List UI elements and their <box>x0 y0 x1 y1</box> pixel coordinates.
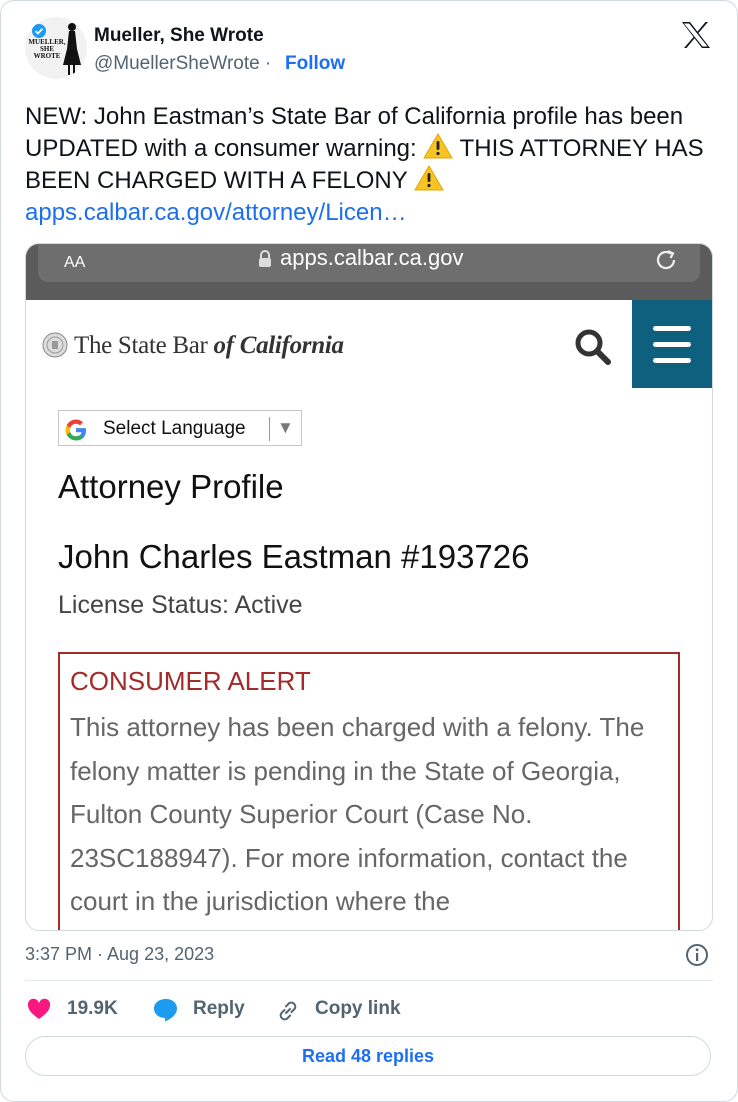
url-text: apps.calbar.ca.gov <box>280 245 464 270</box>
logo-italic-text: of California <box>213 332 344 359</box>
page-title: Attorney Profile <box>58 468 284 505</box>
handle-separator: · <box>265 53 272 74</box>
heart-icon <box>27 998 51 1019</box>
read-replies-button[interactable]: Read 48 replies <box>25 1036 711 1076</box>
warning-emoji-icon <box>414 165 444 191</box>
divider <box>25 980 713 981</box>
tweet-link[interactable]: apps.calbar.ca.gov/attorney/Licen… <box>25 199 407 226</box>
author-name[interactable]: Mueller, She Wrote <box>94 25 264 47</box>
state-bar-logo[interactable]: The State Bar of California <box>74 332 344 360</box>
consumer-alert-box: CONSUMER ALERT This attorney has been ch… <box>58 652 680 930</box>
search-icon[interactable] <box>572 326 612 366</box>
attorney-name: John Charles Eastman #193726 <box>58 538 530 575</box>
language-select[interactable]: Select Language ▼ <box>58 410 302 446</box>
follow-button[interactable]: Follow <box>285 53 345 75</box>
alert-body: This attorney has been charged with a fe… <box>70 712 645 916</box>
silhouette-figure-icon <box>63 23 81 75</box>
avatar[interactable]: MUELLER, SHE WROTE <box>25 17 87 79</box>
lock-icon <box>259 250 271 267</box>
hamburger-menu-button[interactable] <box>632 300 712 388</box>
state-bar-seal-icon <box>42 332 68 358</box>
google-logo-icon <box>65 419 86 441</box>
language-select-divider <box>269 417 270 441</box>
menu-line <box>653 342 691 347</box>
text-size-button[interactable]: AA <box>64 247 85 273</box>
menu-line <box>653 358 691 363</box>
tweet-card: MUELLER, SHE WROTE Mueller, She Wrote @M… <box>0 0 738 1102</box>
text-size-label: AA <box>64 254 86 271</box>
reply-label: Reply <box>193 998 245 1019</box>
verified-badge-icon <box>32 24 46 38</box>
handle-text[interactable]: @MuellerSheWrote <box>94 53 260 74</box>
warning-emoji-icon <box>423 133 454 159</box>
browser-url-bar: AA apps.calbar.ca.gov <box>26 244 712 300</box>
x-logo-icon[interactable] <box>681 21 711 49</box>
menu-line <box>653 326 691 331</box>
site-header: The State Bar of California <box>26 300 712 388</box>
author-handle[interactable]: @MuellerSheWrote · <box>94 53 271 75</box>
link-icon <box>279 1001 297 1021</box>
logo-main-text: The State Bar <box>74 332 214 359</box>
reload-icon[interactable] <box>652 246 680 274</box>
copy-link-label: Copy link <box>315 998 401 1019</box>
language-select-label: Select Language <box>103 418 246 439</box>
info-icon[interactable] <box>685 943 709 967</box>
alert-title: CONSUMER ALERT <box>70 666 311 696</box>
tweet-timestamp[interactable]: 3:37 PM · Aug 23, 2023 <box>25 944 214 965</box>
attached-screenshot[interactable]: AA apps.calbar.ca.gov The State Bar of C… <box>25 243 713 931</box>
reply-bubble-icon <box>154 999 177 1022</box>
license-status: License Status: Active <box>58 591 303 619</box>
like-count: 19.9K <box>67 998 118 1019</box>
dropdown-arrow-icon: ▼ <box>277 418 294 437</box>
tweet-text: NEW: John Eastman’s State Bar of Califor… <box>25 101 715 229</box>
